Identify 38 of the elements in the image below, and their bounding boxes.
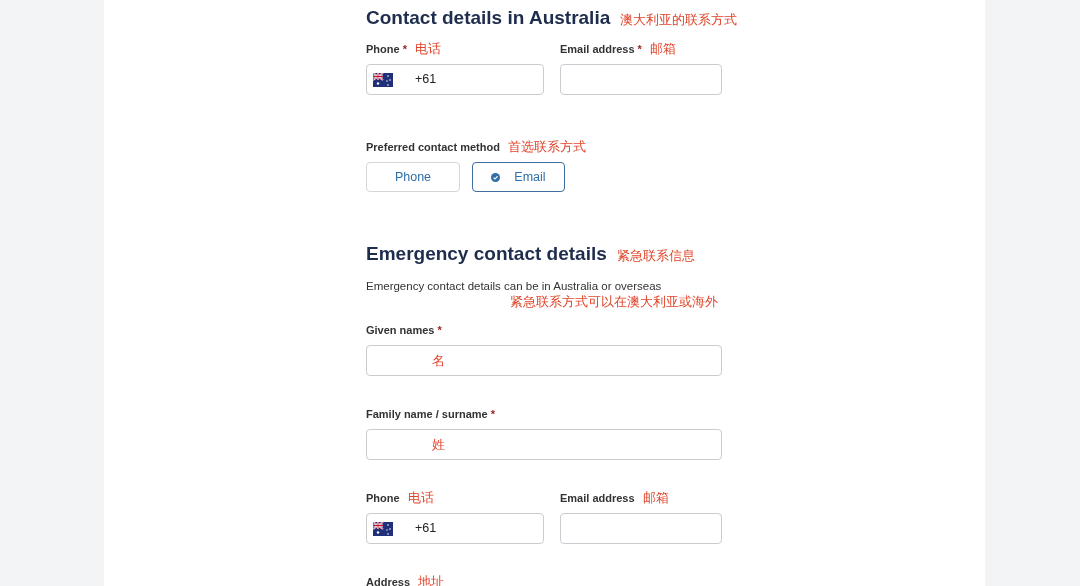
phone-field[interactable]: +61 — [366, 64, 544, 95]
phone-code-text: +61 — [415, 520, 437, 538]
annotation-text: 邮箱 — [649, 41, 676, 57]
annotation-text: 紧急联系方式可以在澳大利亚或海外 — [509, 294, 719, 310]
required-mark: * — [437, 323, 442, 338]
flag-icon — [373, 72, 393, 87]
annotation-text: 名 — [432, 353, 445, 370]
section-heading: Contact details in Australia — [366, 6, 611, 30]
field-label: Preferred contact method — [366, 140, 500, 155]
field-label: Given names — [366, 323, 435, 338]
field-label: Address — [366, 575, 411, 586]
option-button[interactable]: Phone — [366, 162, 460, 192]
field-label: Email address — [560, 491, 635, 506]
field-label: Phone — [366, 491, 400, 506]
phone-code-text: +61 — [415, 71, 437, 89]
section-heading: Emergency contact details — [366, 242, 607, 266]
option-button[interactable]: Email — [472, 162, 565, 192]
required-mark: * — [490, 407, 495, 422]
field-label: Email address — [560, 42, 635, 57]
field-label: Family name / surname — [366, 407, 488, 422]
field-label: Phone — [366, 42, 400, 57]
input-field[interactable] — [366, 429, 722, 460]
description-text: Emergency contact details can be in Australia or overseas — [366, 279, 663, 294]
required-mark: * — [402, 42, 407, 57]
annotation-text: 邮箱 — [642, 490, 669, 506]
annotation-text: 电话 — [407, 490, 434, 506]
required-mark: * — [637, 42, 642, 57]
check-icon — [491, 172, 501, 182]
annotation-text: 电话 — [414, 41, 441, 57]
annotation-text: 澳大利亚的联系方式 — [620, 11, 738, 29]
flag-icon — [373, 521, 393, 536]
annotation-text: 首选联系方式 — [507, 139, 586, 155]
input-field[interactable] — [560, 513, 722, 544]
annotation-text: 姓 — [432, 437, 445, 454]
input-field[interactable] — [366, 345, 722, 376]
phone-field[interactable]: +61 — [366, 513, 544, 544]
input-field[interactable] — [560, 64, 722, 95]
annotation-text: 紧急联系信息 — [616, 247, 695, 265]
